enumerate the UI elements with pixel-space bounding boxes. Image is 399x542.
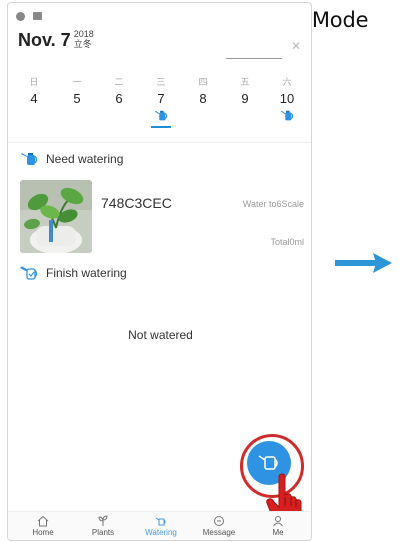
watering-icon — [155, 517, 166, 526]
day-cell[interactable]: 六 10 — [272, 75, 302, 123]
watering-can-icon — [154, 110, 168, 121]
plant-photo[interactable] — [20, 180, 92, 253]
day-number: 6 — [115, 91, 123, 106]
tab-label: Me — [272, 528, 284, 537]
date-header: Nov. 7 2018 立冬 — [18, 29, 94, 51]
tab-watering[interactable]: Watering — [136, 515, 186, 537]
weekday-label: 三 — [156, 77, 166, 87]
weekday-label: 六 — [282, 77, 292, 87]
need-watering-header: Need watering — [20, 151, 123, 167]
watering-can-icon — [280, 110, 294, 121]
tab-label: Message — [202, 528, 236, 537]
plant-icon — [98, 515, 108, 526]
day-number: 9 — [241, 91, 249, 106]
weekday-label: 四 — [198, 77, 208, 87]
finish-watering-title: Finish watering — [46, 266, 127, 280]
day-cell[interactable]: 五 9 — [230, 75, 260, 109]
header-field[interactable] — [226, 43, 282, 59]
day-number: 4 — [30, 91, 38, 106]
bottom-tab-bar: Home Plants Watering Message Me — [8, 511, 311, 540]
weekday-label: 五 — [240, 77, 250, 87]
notification-icon — [33, 12, 42, 20]
status-bar — [16, 10, 42, 22]
tab-message[interactable]: Message — [194, 515, 244, 537]
arrow-right-icon — [335, 253, 392, 273]
weekday-label: 日 — [29, 77, 39, 87]
day-cell[interactable]: 一 5 — [62, 75, 92, 109]
user-icon — [273, 516, 283, 527]
tab-label: Plants — [91, 528, 115, 537]
tab-label: Watering — [145, 528, 177, 537]
divider — [8, 142, 311, 143]
day-cell-selected[interactable]: 三 7 — [146, 75, 176, 128]
tab-label: Home — [32, 528, 54, 537]
water-total: Total0ml — [270, 237, 304, 247]
selected-day-indicator — [151, 126, 171, 128]
tab-plants[interactable]: Plants — [78, 515, 128, 537]
finish-watering-header: Finish watering — [20, 265, 127, 281]
weekday-label: 一 — [72, 77, 82, 87]
tab-home[interactable]: Home — [18, 515, 68, 537]
day-number: 5 — [73, 91, 81, 106]
weekday-label: 二 — [114, 77, 124, 87]
day-cell[interactable]: 四 8 — [188, 75, 218, 109]
message-icon — [214, 516, 224, 526]
year-label: 2018 — [73, 29, 94, 39]
day-number: 10 — [279, 91, 295, 106]
phone-screen: Nov. 7 2018 立冬 ✕ 日 4 一 5 二 6 三 7 四 8 五 9… — [7, 2, 312, 541]
day-cell[interactable]: 二 6 — [104, 75, 134, 109]
current-date: Nov. 7 — [18, 30, 71, 50]
day-cell[interactable]: 日 4 — [19, 75, 49, 109]
tab-me[interactable]: Me — [253, 515, 303, 537]
location-icon — [16, 11, 25, 21]
week-strip: 日 4 一 5 二 6 三 7 四 8 五 9 六 10 — [8, 75, 311, 137]
watering-can-icon — [21, 153, 38, 165]
need-watering-title: Need watering — [46, 152, 124, 166]
plant-name: 748C3CEC — [101, 195, 172, 211]
home-icon — [37, 515, 49, 527]
day-number: 7 — [157, 91, 165, 106]
day-number: 8 — [199, 91, 207, 106]
watering-done-icon — [20, 266, 38, 280]
water-scale: Water to6Scale — [242, 199, 304, 209]
empty-state-text: Not watered — [128, 328, 193, 342]
close-icon[interactable]: ✕ — [291, 39, 301, 53]
solar-term-label: 立冬 — [73, 39, 92, 49]
